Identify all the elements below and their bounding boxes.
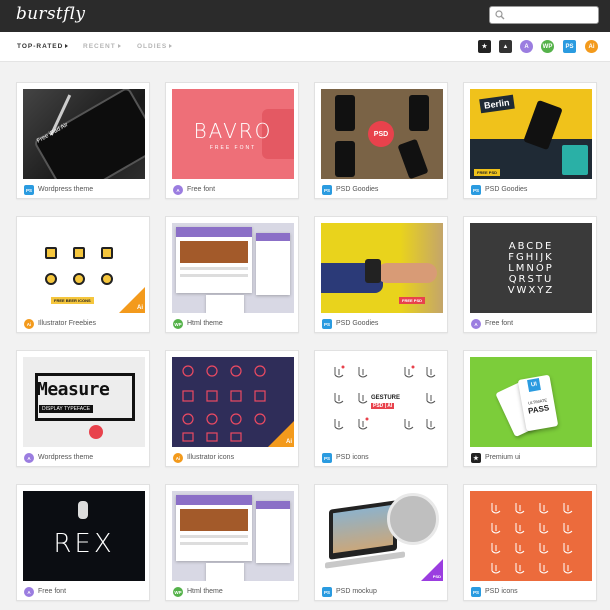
alphabet-line: LMNOP	[508, 263, 554, 274]
thumbnail-subtitle: DISPLAY TYPEFACE	[39, 405, 94, 413]
card-label: PSD icons	[485, 588, 518, 595]
resource-card[interactable]: WP Html theme	[165, 216, 299, 333]
thumbnail-laptop-mockup: PSD	[321, 491, 443, 581]
thumbnail-title: Berlin	[479, 94, 515, 114]
thumbnail-berlin-mockup: Berlin FREE PSD	[470, 89, 592, 179]
psd-badge-icon: PS	[24, 185, 34, 195]
font-filter-icon[interactable]: A	[520, 40, 533, 53]
thumbnail-subtitle: FREE FONT	[209, 145, 257, 151]
psd-badge-icon: PS	[322, 453, 332, 463]
illustrator-badge-icon: Ai	[173, 453, 183, 463]
card-label: PSD Goodies	[336, 186, 379, 193]
premium-star-filter-icon[interactable]: ★	[478, 40, 491, 53]
card-label: Free font	[187, 186, 216, 193]
font-badge-icon: A	[173, 185, 183, 195]
resource-card[interactable]: Measure DISPLAY TYPEFACE A Wordpress the…	[16, 350, 150, 467]
card-label: PSD Goodies	[336, 320, 379, 327]
search-input[interactable]	[489, 6, 599, 24]
card-label: PSD icons	[336, 454, 369, 461]
thumbnail-html-theme	[172, 491, 294, 581]
psd-badge-icon: PS	[471, 185, 481, 195]
thumbnail-title: REX	[53, 529, 115, 559]
resource-card[interactable]: FREE BEER ICONS Ai Ai Illustrator Freebi…	[16, 216, 150, 333]
card-label: Wordpress theme	[38, 186, 94, 193]
psd-badge-icon: PS	[322, 587, 332, 597]
card-label: Free font	[38, 588, 67, 595]
illustrator-badge-icon: Ai	[24, 319, 34, 329]
resource-card[interactable]: PSD PS PSD mockup	[314, 484, 448, 601]
thumbnail-caption: FREE BEER ICONS	[51, 297, 94, 304]
psd-filter-icon[interactable]: PS	[563, 40, 576, 53]
tab-top-rated[interactable]: TOP-RATED	[17, 43, 69, 50]
alphabet-line: ABCDE	[508, 241, 554, 252]
resource-card[interactable]: Free iPad Air PS Wordpress theme	[16, 82, 150, 199]
ai-corner-label: Ai	[286, 439, 292, 445]
thumbnail-orange-icons	[470, 491, 592, 581]
wordpress-badge-icon: WP	[173, 587, 183, 597]
wordpress-filter-icon[interactable]: WP	[541, 40, 554, 53]
font-badge-icon: A	[24, 453, 34, 463]
resource-card[interactable]: Ai Ai Illustrator icons	[165, 350, 299, 467]
thumbnail-watch-mockup: FREE PSD	[321, 223, 443, 313]
site-logo[interactable]: burstfly	[16, 4, 85, 24]
card-label: PSD mockup	[336, 588, 377, 595]
card-label: PSD Goodies	[485, 186, 528, 193]
thumbnail-tag: FREE PSD	[474, 169, 501, 176]
psd-corner-label: PSD	[432, 574, 441, 579]
tab-oldies[interactable]: OLDIES	[137, 43, 173, 50]
card-label: Html theme	[187, 320, 223, 327]
ai-corner-label: Ai	[137, 305, 143, 311]
premium-star-badge-icon: ★	[471, 453, 481, 463]
resource-card[interactable]: GESTURE PSD | AI PS PSD icons	[314, 350, 448, 467]
top-navigation-bar: burstfly	[0, 0, 610, 32]
resource-card[interactable]: PSD PS PSD Goodies	[314, 82, 448, 199]
thumbnail-tag: FREE PSD	[399, 297, 426, 304]
resource-card[interactable]: Berlin FREE PSD PS PSD Goodies	[463, 82, 597, 199]
alphabet-line: FGHIJK	[508, 252, 554, 263]
photo-filter-icon[interactable]: ▲	[499, 40, 512, 53]
psd-badge-icon: PS	[322, 185, 332, 195]
thumbnail-ultimate-pass: UI ULTIMATE PASS	[470, 357, 592, 447]
thumbnail-illustrator-icons: Ai	[172, 357, 294, 447]
card-label: Free font	[485, 320, 514, 327]
alphabet-line: QRSTU	[508, 274, 554, 285]
card-label: Wordpress theme	[38, 454, 94, 461]
thumbnail-alphabet-font: ABCDE FGHIJK LMNOP QRSTU VWXYZ	[470, 223, 592, 313]
search-icon	[495, 10, 505, 20]
resource-card[interactable]: WP Html theme	[165, 484, 299, 601]
resource-card[interactable]: PS PSD icons	[463, 484, 597, 601]
psd-badge-icon: PS	[322, 319, 332, 329]
thumbnail-measure-font: Measure DISPLAY TYPEFACE	[23, 357, 145, 447]
thumbnail-phones-mockup: PSD	[321, 89, 443, 179]
card-label: Html theme	[187, 588, 223, 595]
font-badge-icon: A	[24, 587, 34, 597]
thumbnail-psd-circle: PSD	[368, 121, 394, 147]
thumbnail-html-theme	[172, 223, 294, 313]
wordpress-badge-icon: WP	[173, 319, 183, 329]
tab-recent[interactable]: RECENT	[83, 43, 121, 50]
resource-card[interactable]: ABCDE FGHIJK LMNOP QRSTU VWXYZ A Free fo…	[463, 216, 597, 333]
thumbnail-title: GESTURE	[371, 395, 401, 401]
card-label: Illustrator Freebies	[38, 320, 96, 327]
thumbnail-bavro-font: BAVRO FREE FONT	[172, 89, 294, 179]
filter-bar: TOP-RATED RECENT OLDIES ★ ▲ A WP PS Ai	[0, 32, 610, 62]
thumbnail-beer-icons: FREE BEER ICONS Ai	[23, 223, 145, 313]
card-label: Premium ui	[485, 454, 521, 461]
alphabet-line: VWXYZ	[507, 285, 555, 296]
thumbnail-ui-mark: UI	[527, 378, 541, 392]
resource-card[interactable]: REX A Free font	[16, 484, 150, 601]
thumbnail-title: BAVRO	[193, 119, 273, 143]
thumbnail-ipad-mockup: Free iPad Air	[23, 89, 145, 179]
thumbnail-subtitle: PSD | AI	[371, 403, 395, 409]
psd-badge-icon: PS	[471, 587, 481, 597]
resource-card[interactable]: UI ULTIMATE PASS ★ Premium ui	[463, 350, 597, 467]
card-label: Illustrator icons	[187, 454, 235, 461]
illustrator-filter-icon[interactable]: Ai	[585, 40, 598, 53]
thumbnail-title: Measure	[37, 379, 110, 400]
thumbnail-gesture-icons: GESTURE PSD | AI	[321, 357, 443, 447]
thumbnail-rex-font: REX	[23, 491, 145, 581]
resource-card[interactable]: FREE PSD PS PSD Goodies	[314, 216, 448, 333]
font-badge-icon: A	[471, 319, 481, 329]
resource-card[interactable]: BAVRO FREE FONT A Free font	[165, 82, 299, 199]
